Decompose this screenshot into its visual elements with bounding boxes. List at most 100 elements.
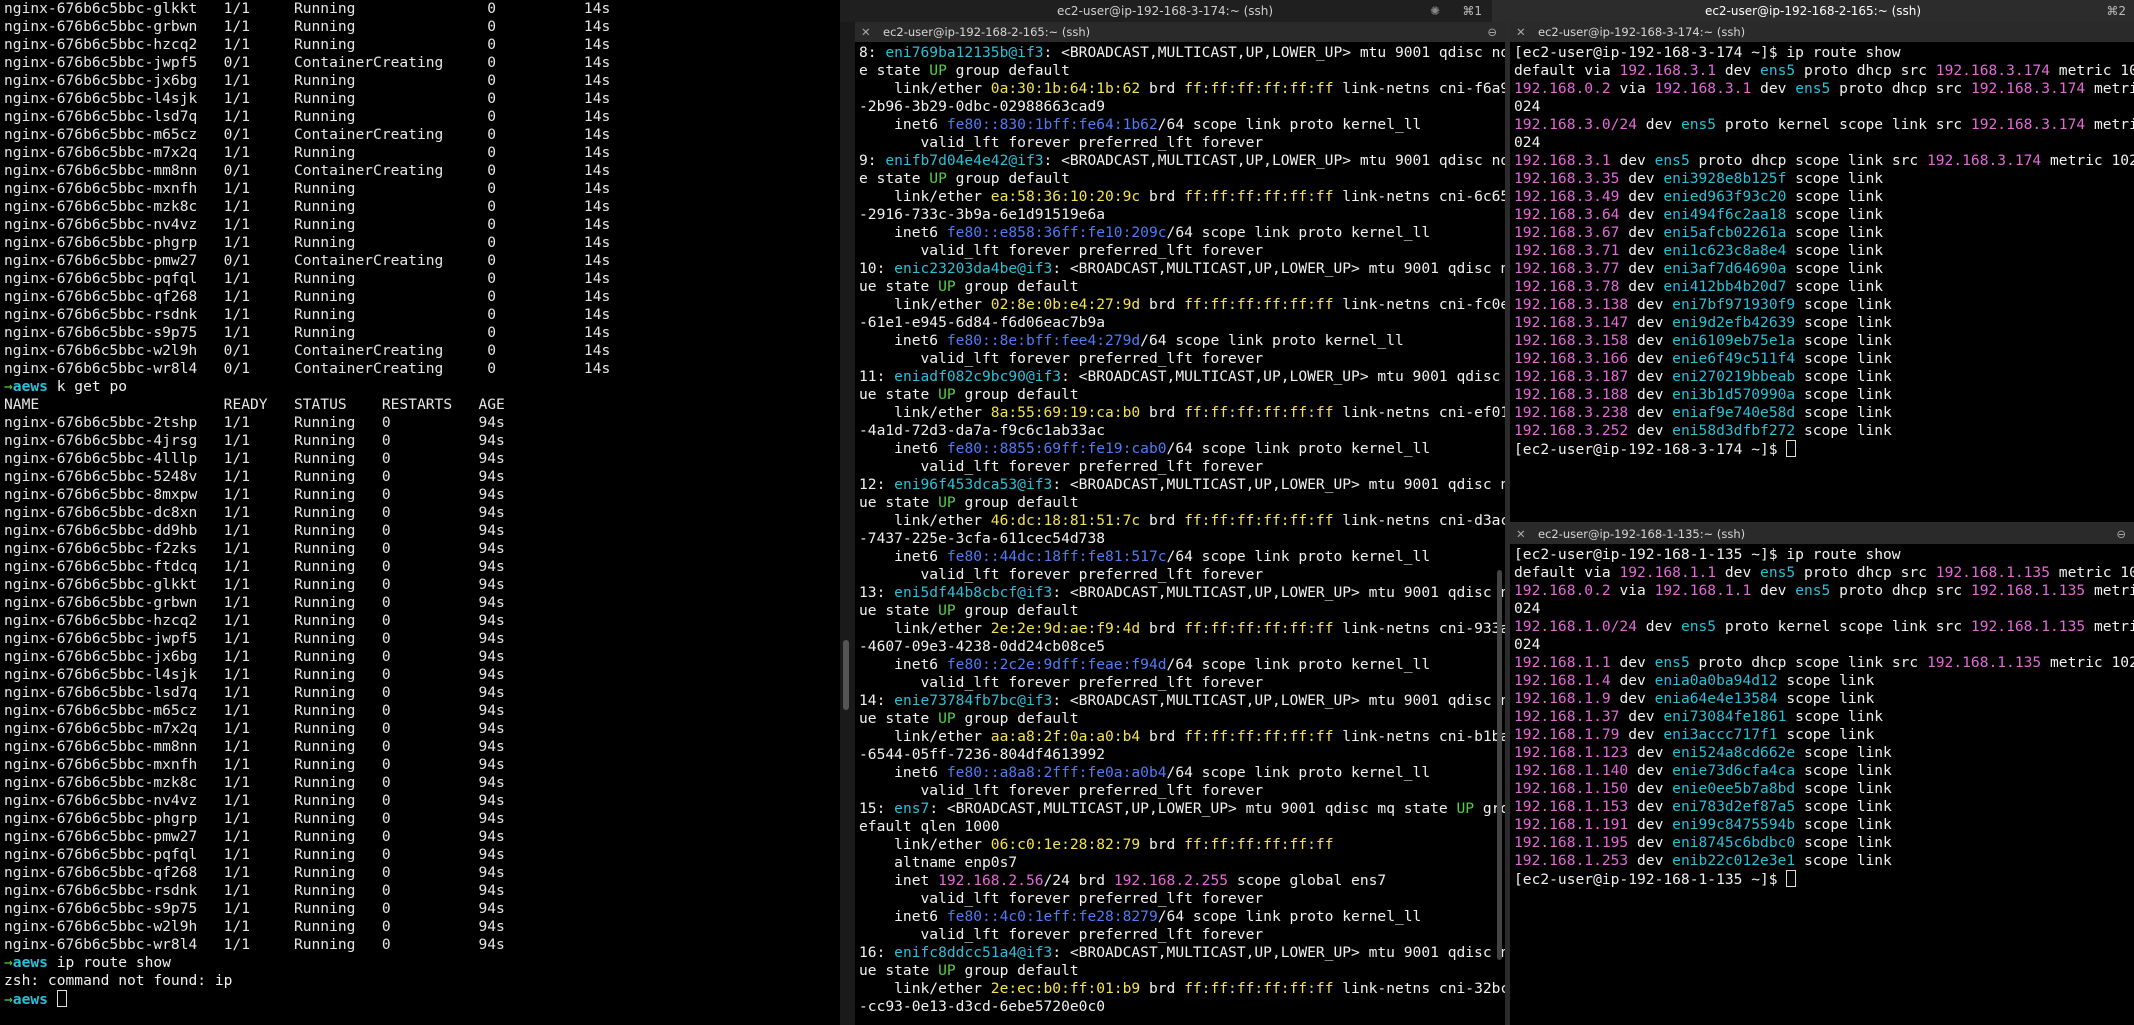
close-icon[interactable]: ✕ <box>1516 22 1526 42</box>
terminal-line: 192.168.3.49 dev enied963f93c20 scope li… <box>1514 188 2134 206</box>
pod-cell: nginx-676b6c5bbc-rsdnk <box>4 306 224 323</box>
text-segment: fe80::2c2e:9dff:feae:f94d <box>946 656 1167 673</box>
text-segment: via <box>1610 582 1655 599</box>
text-segment: 192.168.3.49 <box>1514 188 1620 205</box>
text-segment: 192.168.0.2 <box>1514 80 1611 97</box>
right-bottom-terminal-pane[interactable]: ✕ ec2-user@ip-192-168-1-135:~ (ssh) ⊖ [e… <box>1510 524 2134 1025</box>
pod-cell: 1/1 <box>223 792 294 809</box>
text-segment: dev <box>1628 404 1673 421</box>
text-segment: 192.168.1.37 <box>1514 708 1620 725</box>
close-icon[interactable]: ✕ <box>861 22 871 42</box>
text-segment: e state <box>859 62 930 79</box>
pod-cell: Running <box>293 468 382 485</box>
pod-cell: nginx-676b6c5bbc-hzcq2 <box>4 36 224 53</box>
terminal-line: 192.168.1.4 dev enia0a0ba94d12 scope lin… <box>1514 672 2134 690</box>
terminal-line: 192.168.0.2 via 192.168.3.1 dev ens5 pro… <box>1514 80 2134 98</box>
text-segment: enia64e4e13584 <box>1654 690 1778 707</box>
pod-cell: nginx-676b6c5bbc-phgrp <box>4 234 224 251</box>
pod-row: nginx-676b6c5bbc-s9p75 1/1 Running 0 14s <box>4 324 610 342</box>
text-segment: enie73d6cfa4ca <box>1672 762 1796 779</box>
pod-cell: 94s <box>478 450 505 467</box>
text-segment: inet6 <box>859 440 947 457</box>
pod-row: nginx-676b6c5bbc-w2l9h 1/1 Running 0 94s <box>4 918 610 936</box>
pod-cell: 0 <box>381 468 479 485</box>
pod-cell: nginx-676b6c5bbc-mxnfh <box>4 180 224 197</box>
text-segment: 192.168.3.71 <box>1514 242 1620 259</box>
terminal-line: inet6 fe80::a8a8:2fff:fe0a:a0b4/64 scope… <box>859 764 1505 782</box>
text-segment: [ec2-user@ip-192-168-1-135 ~]$ <box>1514 871 1787 888</box>
middle-scrollbar[interactable] <box>1497 570 1502 960</box>
prompt-line: →aews k get po <box>4 378 610 396</box>
text-segment: group default <box>955 602 1079 619</box>
pod-cell: 1/1 <box>223 882 294 899</box>
pod-cell: 94s <box>478 882 505 899</box>
tab-1-shortcut: ⌘1 <box>1462 4 1482 18</box>
terminal-line: inet6 fe80::4c0:1eff:fe28:8279/64 scope … <box>859 908 1505 926</box>
pod-cell: 1/1 <box>223 612 294 629</box>
text-segment: eni5afcb02261a <box>1663 224 1787 241</box>
pod-cell: 14s <box>583 216 611 233</box>
text-segment: eni412bb4b20d7 <box>1663 278 1787 295</box>
pod-cell: Running <box>293 684 382 701</box>
terminal-line: 11: eniadf082c9bc90@if3: <BROADCAST,MULT… <box>859 368 1505 386</box>
text-segment: -61e1-e945-6d84-f6d06eac7b9a <box>859 314 1106 331</box>
text-segment: UP <box>938 494 956 511</box>
text-segment: /64 scope link proto kernel_ll <box>1157 116 1422 133</box>
close-icon[interactable]: ✕ <box>1516 524 1526 544</box>
pod-cell: nginx-676b6c5bbc-jwpf5 <box>4 630 224 647</box>
terminal-line: 13: eni5df44b8cbcf@if3: <BROADCAST,MULTI… <box>859 584 1505 602</box>
text-segment: scope link <box>1795 404 1892 421</box>
text-segment: brd <box>1140 80 1185 97</box>
middle-terminal-pane[interactable]: ✕ ec2-user@ip-192-168-2-165:~ (ssh) ⊖ 8:… <box>855 22 1505 1025</box>
text-segment: eni96f453dca53@if3 <box>894 476 1053 493</box>
terminal-line: -cc93-0e13-d3cd-6ebe5720e0c0 <box>859 998 1505 1016</box>
text-segment: : <BROADCAST,MULTICAST,UP,LOWER_UP> mtu … <box>1061 368 1505 385</box>
left-scrollbar[interactable] <box>843 640 849 710</box>
terminal-line: link/ether 8a:55:69:19:ca:b0 brd ff:ff:f… <box>859 404 1505 422</box>
pane-divider[interactable] <box>840 22 855 1025</box>
left-terminal-pane[interactable]: nginx-676b6c5bbc-glkkt 1/1 Running 0 14s… <box>0 0 840 1025</box>
terminal-line: link/ether 2e:ec:b0:ff:01:b9 brd ff:ff:f… <box>859 980 1505 998</box>
terminal-line: -4607-09e3-4238-0dd24cb08ce5 <box>859 638 1505 656</box>
pod-cell: 94s <box>478 558 505 575</box>
text-segment: inet6 <box>859 656 947 673</box>
pod-cell: 94s <box>478 774 505 791</box>
terminal-line: 192.168.3.1 dev ens5 proto dhcp scope li… <box>1514 152 2134 170</box>
pod-row: nginx-676b6c5bbc-8mxpw 1/1 Running 0 94s <box>4 486 610 504</box>
pod-cell: 0 <box>487 108 584 125</box>
pane-menu-icon[interactable]: ⊖ <box>2116 524 2126 544</box>
text-segment: group default <box>955 962 1079 979</box>
pod-cell: 0 <box>487 216 584 233</box>
pod-cell: nginx-676b6c5bbc-2tshp <box>4 414 224 431</box>
tab-1[interactable]: ec2-user@ip-192-168-3-174:~ (ssh) ✺ ⌘1 <box>840 0 1490 22</box>
pod-cell: 1/1 <box>223 108 294 125</box>
text-segment: 9: <box>859 152 886 169</box>
pod-cell: 1/1 <box>223 468 294 485</box>
left-terminal-output: nginx-676b6c5bbc-glkkt 1/1 Running 0 14s… <box>4 0 610 1009</box>
pod-cell: 0 <box>381 432 479 449</box>
text-segment: scope link <box>1777 690 1875 707</box>
pod-row: nginx-676b6c5bbc-mzk8c 1/1 Running 0 94s <box>4 774 610 792</box>
pod-cell: Running <box>293 432 382 449</box>
text-segment: scope link <box>1795 386 1892 403</box>
pod-cell: 1/1 <box>223 234 294 251</box>
pod-cell: Running <box>293 72 488 89</box>
pane-menu-icon[interactable]: ⊖ <box>1487 22 1497 42</box>
pod-cell: 14s <box>583 90 611 107</box>
pod-row: nginx-676b6c5bbc-s9p75 1/1 Running 0 94s <box>4 900 610 918</box>
pod-cell: Running <box>293 558 382 575</box>
pod-row: nginx-676b6c5bbc-qf268 1/1 Running 0 94s <box>4 864 610 882</box>
pod-cell: 0 <box>487 270 584 287</box>
text-segment: scope link <box>1795 350 1892 367</box>
terminal-line: inet6 fe80::830:1bff:fe64:1b62/64 scope … <box>859 116 1505 134</box>
tab-2[interactable]: ec2-user@ip-192-168-2-165:~ (ssh) ⌘2 <box>1492 0 2134 22</box>
text-segment: valid_lft forever preferred_lft forever <box>859 890 1264 907</box>
right-top-terminal-pane[interactable]: ✕ ec2-user@ip-192-168-3-174:~ (ssh) [ec2… <box>1510 22 2134 522</box>
text-segment: ens5 <box>1680 116 1717 133</box>
prompt-dir: aews <box>12 991 48 1008</box>
pod-cell: 14s <box>583 36 611 53</box>
text-segment: scope link <box>1795 780 1892 797</box>
pod-cell: nginx-676b6c5bbc-mxnfh <box>4 756 224 773</box>
terminal-line: -4a1d-72d3-da7a-f9c6c1ab33ac <box>859 422 1505 440</box>
terminal-line: 192.168.3.188 dev eni3b1d570990a scope l… <box>1514 386 2134 404</box>
